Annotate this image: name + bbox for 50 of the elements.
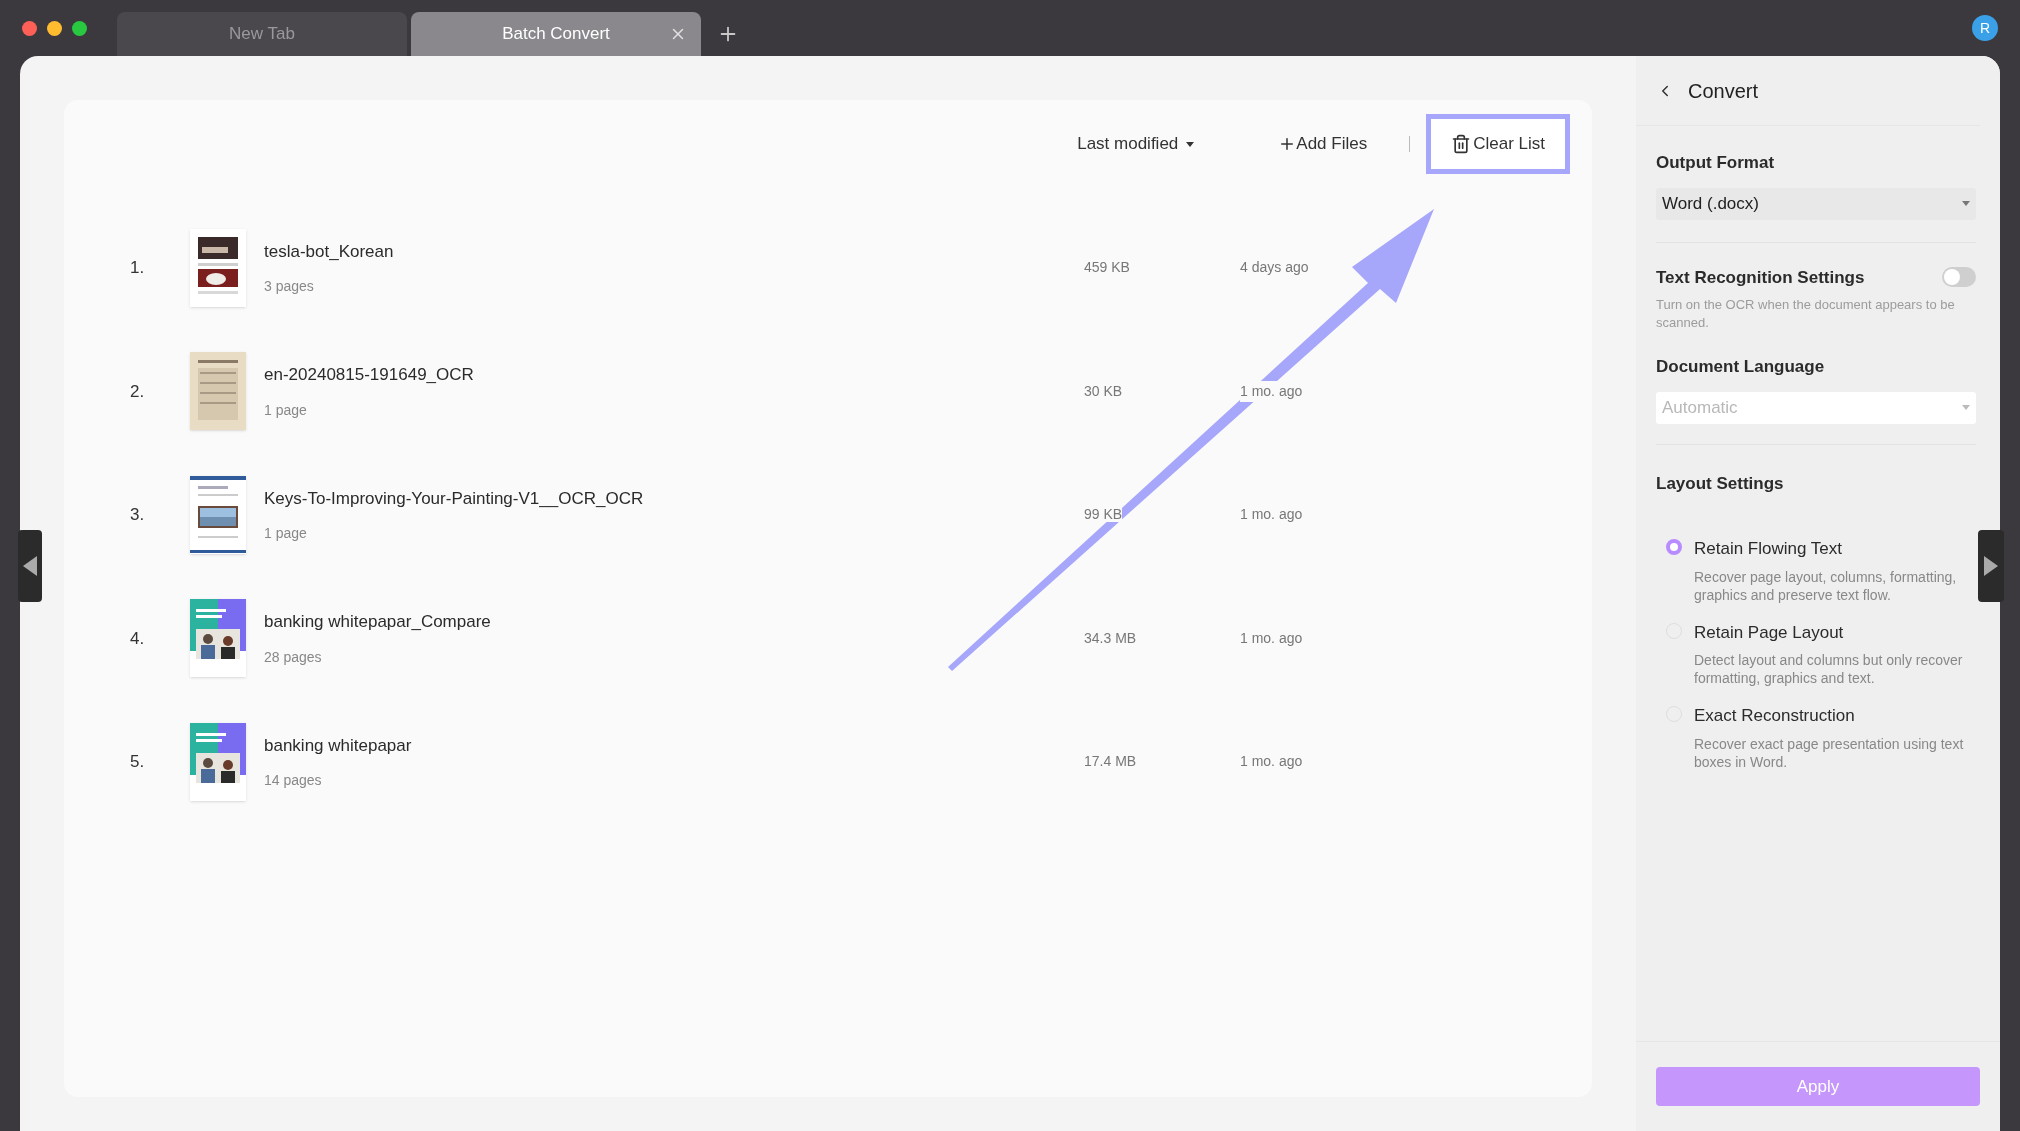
next-page-button[interactable] xyxy=(1978,530,2004,602)
page-count: 28 pages xyxy=(264,647,323,667)
row-number: 4. xyxy=(130,627,146,650)
add-files-button[interactable]: Add Files xyxy=(1278,131,1368,157)
ocr-hint: Turn on the OCR when the document appears to be scanned. xyxy=(1656,296,1956,332)
file-name: en-20240815-191649_OCR xyxy=(264,364,475,386)
previous-page-button[interactable] xyxy=(18,530,42,602)
section-label: Output Format xyxy=(1656,152,1776,174)
apply-button[interactable]: Apply xyxy=(1656,1067,1980,1106)
trash-icon xyxy=(1451,133,1472,155)
modified-date: 1 mo. ago xyxy=(1240,380,1303,402)
row-number: 3. xyxy=(130,504,146,526)
option-title: Exact Reconstruction xyxy=(1694,705,1856,727)
row-number: 5. xyxy=(130,751,146,773)
user-avatar[interactable]: R xyxy=(1972,15,1998,41)
caret-icon xyxy=(1962,201,1970,206)
clear-list-button[interactable]: Clear List xyxy=(1426,114,1570,174)
section-label: Layout Settings xyxy=(1656,472,1785,495)
minimize-window-icon[interactable] xyxy=(47,20,62,36)
tab[interactable]: New Tab xyxy=(117,12,407,56)
close-window-icon[interactable] xyxy=(22,20,37,36)
sort-dropdown[interactable]: Last modified xyxy=(1077,131,1195,157)
file-name: banking whitepapar xyxy=(264,734,413,757)
right-triangle-icon xyxy=(1984,556,1998,576)
left-triangle-icon xyxy=(23,556,37,576)
radio-button[interactable] xyxy=(1666,539,1682,555)
output-format-dropdown[interactable]: Word (.docx) xyxy=(1656,187,1976,220)
page-count: 14 pages xyxy=(264,771,323,790)
zoom-window-icon[interactable] xyxy=(72,20,87,36)
option-title: Retain Page Layout xyxy=(1694,621,1845,644)
ocr-toggle[interactable] xyxy=(1942,267,1976,288)
page-count: 1 page xyxy=(264,524,308,543)
file-size-text: 99 KB xyxy=(1084,506,1123,523)
section-label: Text Recognition Settings xyxy=(1656,266,1865,289)
file-name: Keys-To-Improving-Your-Painting-V1__OCR_OCR xyxy=(264,487,645,510)
caret-icon xyxy=(1186,141,1195,147)
row-number: 2. xyxy=(130,380,146,403)
page-count: 3 pages xyxy=(264,277,315,296)
caret-icon xyxy=(1962,405,1970,410)
page-count: 1 page xyxy=(264,400,308,420)
option-description: Recover page layout, columns, formatting, graphics and preserve text flow. xyxy=(1694,567,1958,604)
option-description: Recover exact page presentation using text boxes in Word. xyxy=(1694,734,1965,771)
option-title: Retain Flowing Text xyxy=(1694,538,1844,560)
file-name: tesla-bot_Korean xyxy=(264,240,395,263)
panel-title: Convert xyxy=(1688,78,1759,104)
file-name: banking whitepapar_Compare xyxy=(264,611,492,633)
row-number: 1. xyxy=(130,257,146,279)
option-description: Detect layout and columns but only recover formatting, graphics and text. xyxy=(1694,651,1964,687)
section-label: Document Language xyxy=(1656,356,1826,378)
tab[interactable]: Batch Convert xyxy=(411,12,701,56)
